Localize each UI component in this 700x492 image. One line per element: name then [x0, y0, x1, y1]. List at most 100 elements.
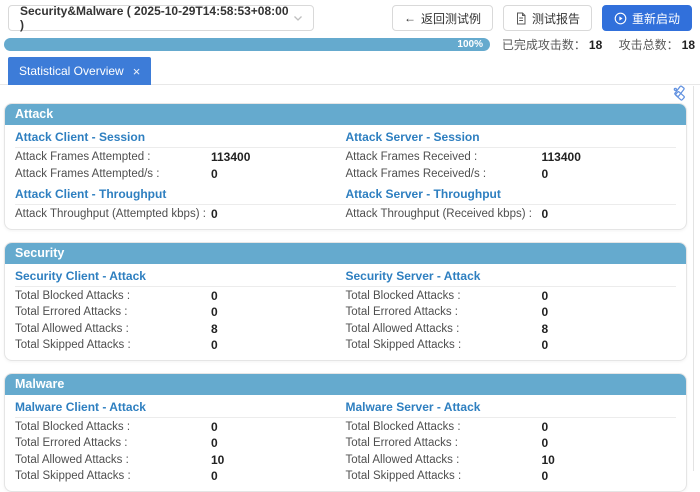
- section-column: Security Client - AttackTotal Blocked At…: [15, 264, 346, 354]
- section-body: Attack Client - SessionAttack Frames Att…: [5, 125, 686, 229]
- section-title: Attack: [5, 104, 686, 125]
- stat-label: Total Blocked Attacks :: [15, 290, 211, 302]
- stat-value: 0: [211, 167, 218, 181]
- stat-row: Total Skipped Attacks :0: [346, 468, 677, 485]
- arrow-left-icon: ←: [404, 11, 416, 25]
- group-heading: Attack Client - Session: [15, 125, 346, 148]
- stat-value: 0: [542, 436, 549, 450]
- test-case-select[interactable]: Security&Malware ( 2025-10-29T14:58:53+0…: [8, 5, 314, 31]
- stat-label: Total Skipped Attacks :: [15, 470, 211, 482]
- section-card-security: SecuritySecurity Client - AttackTotal Bl…: [4, 242, 687, 361]
- stat-label: Total Skipped Attacks :: [346, 339, 542, 351]
- stat-row: Total Allowed Attacks :10: [15, 452, 346, 469]
- section-column: Malware Client - AttackTotal Blocked Att…: [15, 395, 346, 485]
- stat-row: Total Allowed Attacks :8: [15, 321, 346, 338]
- group-heading: Security Client - Attack: [15, 264, 346, 287]
- section-title: Security: [5, 243, 686, 264]
- section-body: Security Client - AttackTotal Blocked At…: [5, 264, 686, 360]
- stat-value: 113400: [211, 150, 250, 164]
- section-body: Malware Client - AttackTotal Blocked Att…: [5, 395, 686, 491]
- stat-row: Attack Frames Received/s :0: [346, 166, 677, 183]
- stat-value: 0: [542, 289, 549, 303]
- section-column: Attack Client - SessionAttack Frames Att…: [15, 125, 346, 223]
- chevron-down-icon: [292, 12, 304, 24]
- stat-label: Total Allowed Attacks :: [346, 323, 542, 335]
- close-icon[interactable]: ×: [133, 65, 141, 78]
- stat-label: Total Allowed Attacks :: [346, 454, 542, 466]
- group-heading: Malware Client - Attack: [15, 395, 346, 418]
- back-to-testcase-button[interactable]: ← 返回测试例: [392, 5, 493, 31]
- stat-row: Attack Frames Attempted/s :0: [15, 166, 346, 183]
- stat-row: Total Errored Attacks :0: [346, 435, 677, 452]
- content-toolbar: [671, 85, 688, 103]
- scrollbar[interactable]: [693, 86, 694, 471]
- stat-row: Total Skipped Attacks :0: [15, 468, 346, 485]
- stat-value: 10: [542, 453, 555, 467]
- stat-value: 0: [211, 289, 218, 303]
- stat-label: Total Errored Attacks :: [346, 437, 542, 449]
- tab-bar: Statistical Overview ×: [0, 57, 700, 85]
- total-attacks-label: 攻击总数：: [619, 38, 679, 52]
- stat-value: 0: [211, 469, 218, 483]
- stat-label: Attack Frames Attempted :: [15, 151, 211, 163]
- group-heading: Attack Server - Session: [346, 125, 677, 148]
- stat-row: Total Errored Attacks :0: [15, 435, 346, 452]
- stat-row: Total Allowed Attacks :10: [346, 452, 677, 469]
- stat-value: 0: [211, 436, 218, 450]
- tab-label: Statistical Overview: [19, 64, 124, 78]
- stat-value: 0: [542, 167, 549, 181]
- stat-value: 0: [542, 207, 549, 221]
- completed-attacks-value: 18: [589, 38, 602, 52]
- stat-label: Attack Frames Received :: [346, 151, 542, 163]
- play-circle-icon: [614, 12, 627, 25]
- stat-row: Total Allowed Attacks :8: [346, 321, 677, 338]
- group-heading: Malware Server - Attack: [346, 395, 677, 418]
- stat-row: Attack Frames Attempted :113400: [15, 149, 346, 166]
- stat-value: 0: [542, 469, 549, 483]
- stat-row: Total Skipped Attacks :0: [15, 337, 346, 354]
- section-column: Security Server - AttackTotal Blocked At…: [346, 264, 677, 354]
- section-card-malware: MalwareMalware Client - AttackTotal Bloc…: [4, 373, 687, 492]
- stat-label: Total Allowed Attacks :: [15, 323, 211, 335]
- section-title: Malware: [5, 374, 686, 395]
- stat-label: Total Allowed Attacks :: [15, 454, 211, 466]
- stat-label: Attack Frames Received/s :: [346, 168, 542, 180]
- stat-row: Total Errored Attacks :0: [346, 304, 677, 321]
- stat-label: Total Skipped Attacks :: [346, 470, 542, 482]
- stat-row: Total Blocked Attacks :0: [346, 288, 677, 305]
- stat-label: Attack Frames Attempted/s :: [15, 168, 211, 180]
- stat-value: 0: [542, 338, 549, 352]
- test-report-label: 测试报告: [532, 10, 580, 27]
- test-case-select-value: Security&Malware ( 2025-10-29T14:58:53+0…: [20, 4, 292, 32]
- stat-value: 0: [211, 305, 218, 319]
- stat-row: Total Errored Attacks :0: [15, 304, 346, 321]
- group-heading: Attack Server - Throughput: [346, 182, 677, 205]
- stat-value: 8: [211, 322, 218, 336]
- restart-button[interactable]: 重新启动: [602, 5, 692, 31]
- stat-value: 8: [542, 322, 549, 336]
- completed-attacks-label: 已完成攻击数：: [502, 38, 586, 52]
- section-column: Attack Server - SessionAttack Frames Rec…: [346, 125, 677, 223]
- stat-label: Total Blocked Attacks :: [346, 290, 542, 302]
- stat-value: 0: [211, 207, 218, 221]
- back-to-testcase-label: 返回测试例: [421, 10, 481, 27]
- section-column: Malware Server - AttackTotal Blocked Att…: [346, 395, 677, 485]
- topbar-buttons: ← 返回测试例 测试报告 重新启动: [392, 5, 692, 31]
- stat-value: 0: [542, 305, 549, 319]
- document-icon: [515, 12, 527, 25]
- section-card-attack: AttackAttack Client - SessionAttack Fram…: [4, 103, 687, 230]
- stat-row: Attack Frames Received :113400: [346, 149, 677, 166]
- progress-bar: 100%: [4, 38, 490, 51]
- tab-statistical-overview[interactable]: Statistical Overview ×: [8, 57, 151, 85]
- stat-row: Total Blocked Attacks :0: [346, 419, 677, 436]
- total-attacks-value: 18: [682, 38, 695, 52]
- stat-row: Total Blocked Attacks :0: [15, 419, 346, 436]
- stat-label: Total Errored Attacks :: [15, 437, 211, 449]
- topbar: Security&Malware ( 2025-10-29T14:58:53+0…: [0, 0, 700, 34]
- stat-value: 10: [211, 453, 224, 467]
- test-report-button[interactable]: 测试报告: [503, 5, 592, 31]
- statistics-cards: AttackAttack Client - SessionAttack Fram…: [4, 103, 687, 492]
- stat-row: Total Blocked Attacks :0: [15, 288, 346, 305]
- stat-label: Attack Throughput (Received kbps) :: [346, 208, 542, 220]
- stat-value: 113400: [542, 150, 581, 164]
